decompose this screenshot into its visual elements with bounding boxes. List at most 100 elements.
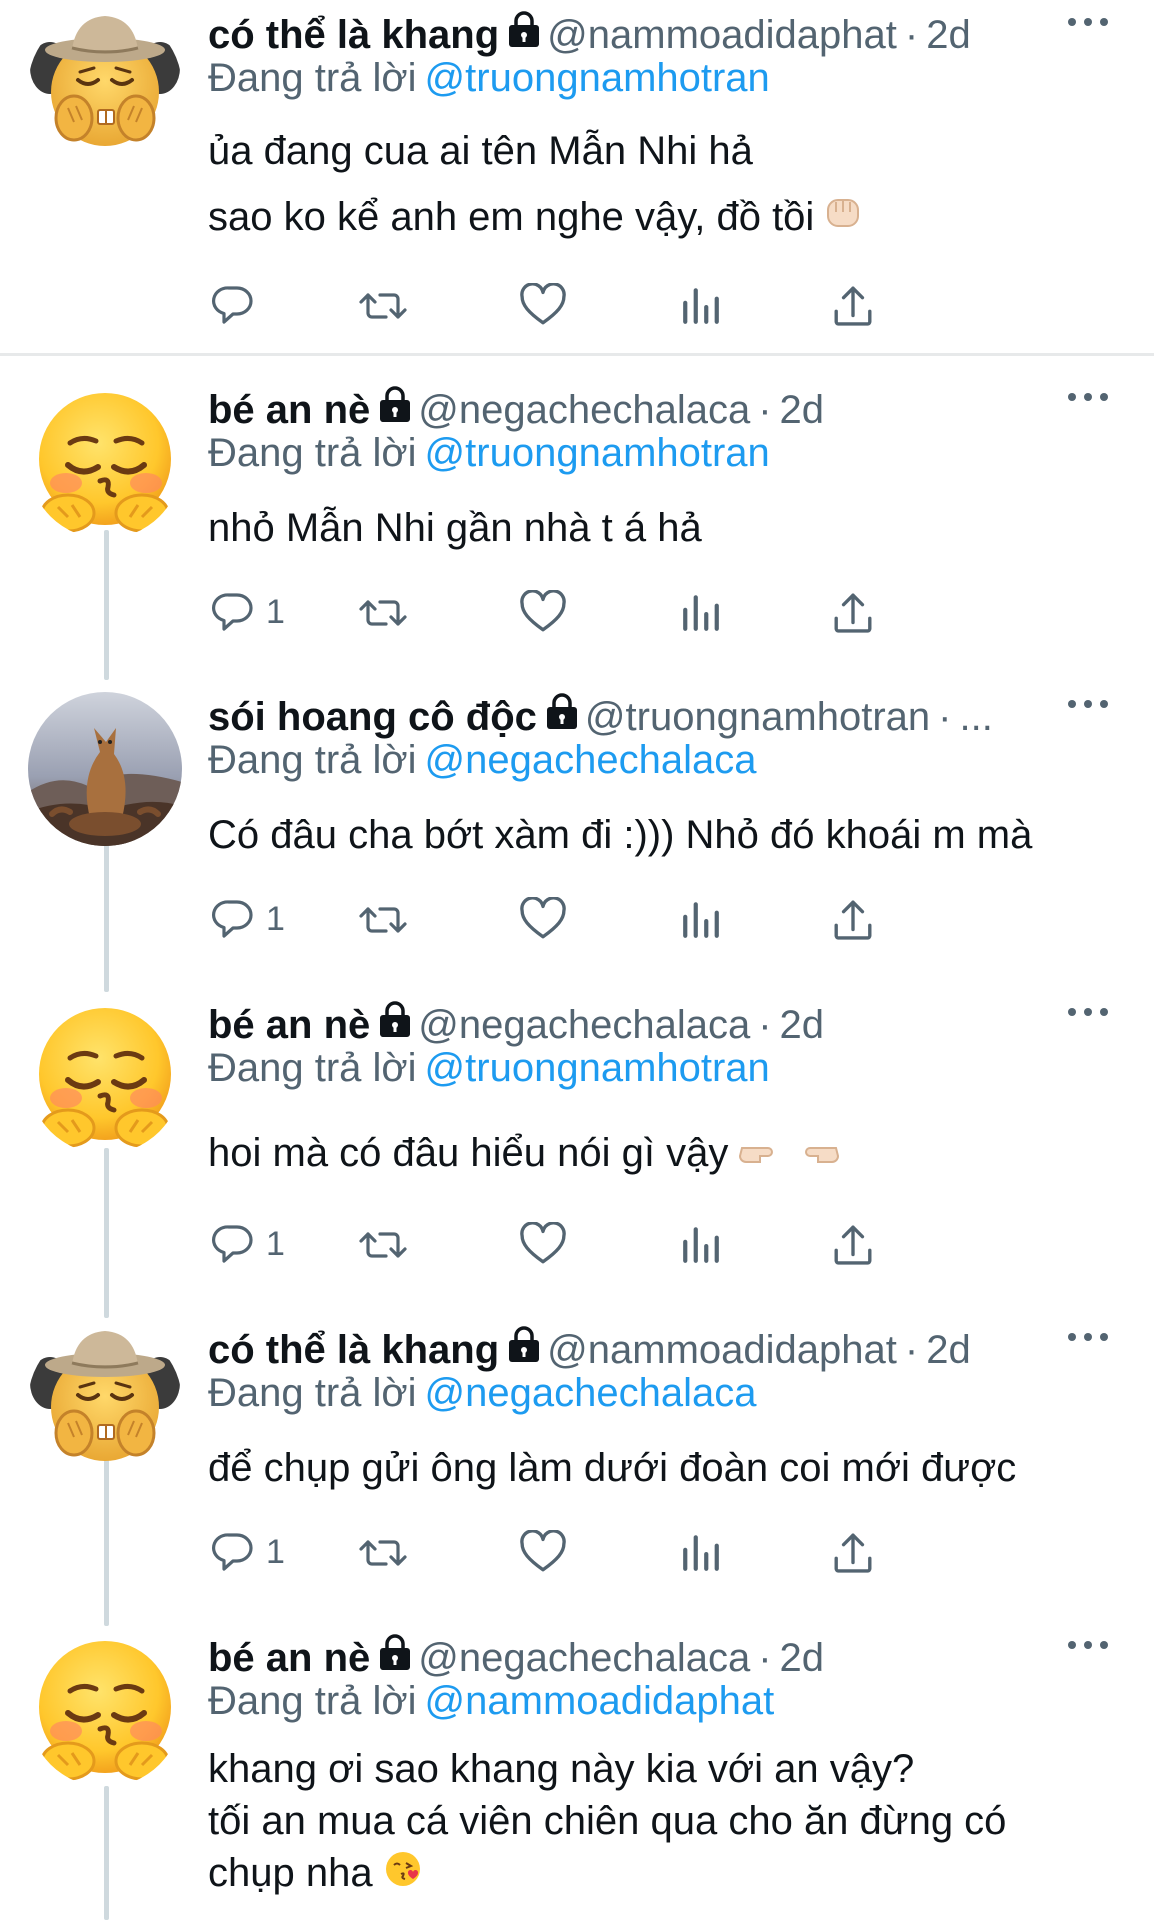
views-button[interactable]	[680, 1522, 722, 1582]
user-handle[interactable]: @nammoadidaphat	[547, 13, 897, 58]
pleading-emoji-avatar[interactable]	[28, 1000, 182, 1154]
more-options-icon[interactable]	[1066, 698, 1110, 717]
retweet-button[interactable]	[358, 275, 410, 335]
more-options-icon[interactable]	[1066, 1639, 1110, 1658]
retweet-button[interactable]	[358, 582, 410, 642]
replying-to: Đang trả lời @negachechalaca	[208, 1371, 757, 1416]
reply-icon	[208, 590, 254, 634]
replying-to-handle[interactable]: @negachechalaca	[425, 1371, 757, 1415]
kissing-face-emoji-icon	[383, 1849, 423, 1902]
user-handle[interactable]: @truongnamhotran	[585, 695, 930, 740]
reply-button[interactable]: 1	[208, 1522, 285, 1582]
reply-button[interactable]	[208, 275, 266, 335]
views-icon	[680, 284, 722, 326]
display-name[interactable]: bé an nè	[208, 1003, 370, 1048]
views-icon	[680, 1223, 722, 1265]
timestamp[interactable]: 2d	[926, 1328, 971, 1373]
share-button[interactable]	[832, 275, 874, 335]
replying-to-label: Đang trả lời	[208, 738, 417, 782]
replying-to-label: Đang trả lời	[208, 1371, 417, 1415]
pleading-emoji-avatar[interactable]	[28, 1633, 182, 1787]
display-name[interactable]: có thể là khang	[208, 1328, 499, 1373]
replying-to-handle[interactable]: @truongnamhotran	[425, 431, 770, 475]
more-options-icon[interactable]	[1066, 391, 1110, 410]
timestamp[interactable]: 2d	[780, 1003, 825, 1048]
reply-count: 1	[266, 899, 285, 938]
user-handle[interactable]: @nammoadidaphat	[547, 1328, 897, 1373]
lock-icon	[507, 1326, 541, 1374]
heart-icon	[520, 897, 566, 941]
retweet-button[interactable]	[358, 889, 410, 949]
more-options-icon[interactable]	[1066, 16, 1110, 35]
retweet-icon	[358, 590, 410, 634]
retweet-button[interactable]	[358, 1214, 410, 1274]
lock-icon	[507, 11, 541, 59]
share-icon	[832, 591, 874, 633]
like-button[interactable]	[520, 1214, 566, 1274]
like-button[interactable]	[520, 889, 566, 949]
lock-icon	[378, 1001, 413, 1049]
separator-dot: ·	[758, 1635, 772, 1680]
cowboy-emoji-avatar[interactable]	[28, 10, 182, 164]
tweet-text-line: ủa đang cua ai tên Mẫn Nhi hả	[208, 129, 753, 173]
display-name[interactable]: sói hoang cô độc	[208, 695, 537, 740]
retweet-icon	[358, 283, 410, 327]
more-options-icon[interactable]	[1066, 1006, 1110, 1025]
separator-dot: ·	[904, 12, 919, 57]
reply-count: 1	[266, 1532, 285, 1571]
replying-to-handle[interactable]: @nammoadidaphat	[425, 1679, 775, 1723]
thread-line	[104, 1148, 109, 1318]
replying-to: Đang trả lời @nammoadidaphat	[208, 1679, 774, 1724]
tweet-text: khang ơi sao khang này kia với an vậy? t…	[208, 1743, 1006, 1902]
timestamp[interactable]: 2d	[780, 1636, 825, 1681]
timestamp[interactable]: ...	[960, 695, 993, 740]
tweet-text-line: Có đâu cha bớt xàm đi :))) Nhỏ đó khoái …	[208, 813, 1033, 857]
cowboy-emoji-avatar[interactable]	[28, 1325, 182, 1479]
tweet-header: có thể là khang @nammoadidaphat · 2d	[208, 10, 971, 60]
display-name[interactable]: bé an nè	[208, 388, 370, 433]
like-button[interactable]	[520, 1522, 566, 1582]
user-handle[interactable]: @negachechalaca	[418, 388, 750, 433]
display-name[interactable]: có thể là khang	[208, 13, 499, 58]
thread-line	[104, 1786, 109, 1920]
replying-to-label: Đang trả lời	[208, 56, 417, 100]
reply-count: 1	[266, 1224, 285, 1263]
retweet-button[interactable]	[358, 1522, 410, 1582]
user-handle[interactable]: @negachechalaca	[418, 1636, 750, 1681]
share-button[interactable]	[832, 582, 874, 642]
tweet-header: bé an nè @negachechalaca · 2d	[208, 1000, 824, 1050]
retweet-icon	[358, 1222, 410, 1266]
reply-button[interactable]: 1	[208, 582, 285, 642]
views-button[interactable]	[680, 1214, 722, 1274]
heart-icon	[520, 1222, 566, 1266]
share-button[interactable]	[832, 1522, 874, 1582]
pleading-emoji-avatar[interactable]	[28, 385, 182, 539]
views-icon	[680, 591, 722, 633]
tweet-text-line: hoi mà có đâu hiểu nói gì vậy	[208, 1122, 840, 1186]
user-handle[interactable]: @negachechalaca	[418, 1003, 750, 1048]
reply-button[interactable]: 1	[208, 889, 285, 949]
views-button[interactable]	[680, 889, 722, 949]
replying-to-handle[interactable]: @negachechalaca	[425, 738, 757, 782]
replying-to: Đang trả lời @truongnamhotran	[208, 431, 770, 476]
timestamp[interactable]: 2d	[780, 388, 825, 433]
replying-to-handle[interactable]: @truongnamhotran	[425, 1046, 770, 1090]
replying-to-handle[interactable]: @truongnamhotran	[425, 56, 770, 100]
heart-icon	[520, 590, 566, 634]
views-button[interactable]	[680, 275, 722, 335]
share-button[interactable]	[832, 1214, 874, 1274]
like-button[interactable]	[520, 582, 566, 642]
share-button[interactable]	[832, 889, 874, 949]
separator-dot: ·	[758, 387, 772, 432]
more-options-icon[interactable]	[1066, 1331, 1110, 1350]
wolf-photo-avatar[interactable]	[28, 692, 182, 846]
share-icon	[832, 1223, 874, 1265]
separator-dot: ·	[758, 1002, 772, 1047]
reply-button[interactable]: 1	[208, 1214, 285, 1274]
timestamp[interactable]: 2d	[926, 13, 971, 58]
display-name[interactable]: bé an nè	[208, 1636, 370, 1681]
like-button[interactable]	[520, 275, 566, 335]
views-button[interactable]	[680, 582, 722, 642]
reply-icon	[208, 283, 254, 327]
tweet-header: sói hoang cô độc @truongnamhotran · ...	[208, 692, 993, 742]
